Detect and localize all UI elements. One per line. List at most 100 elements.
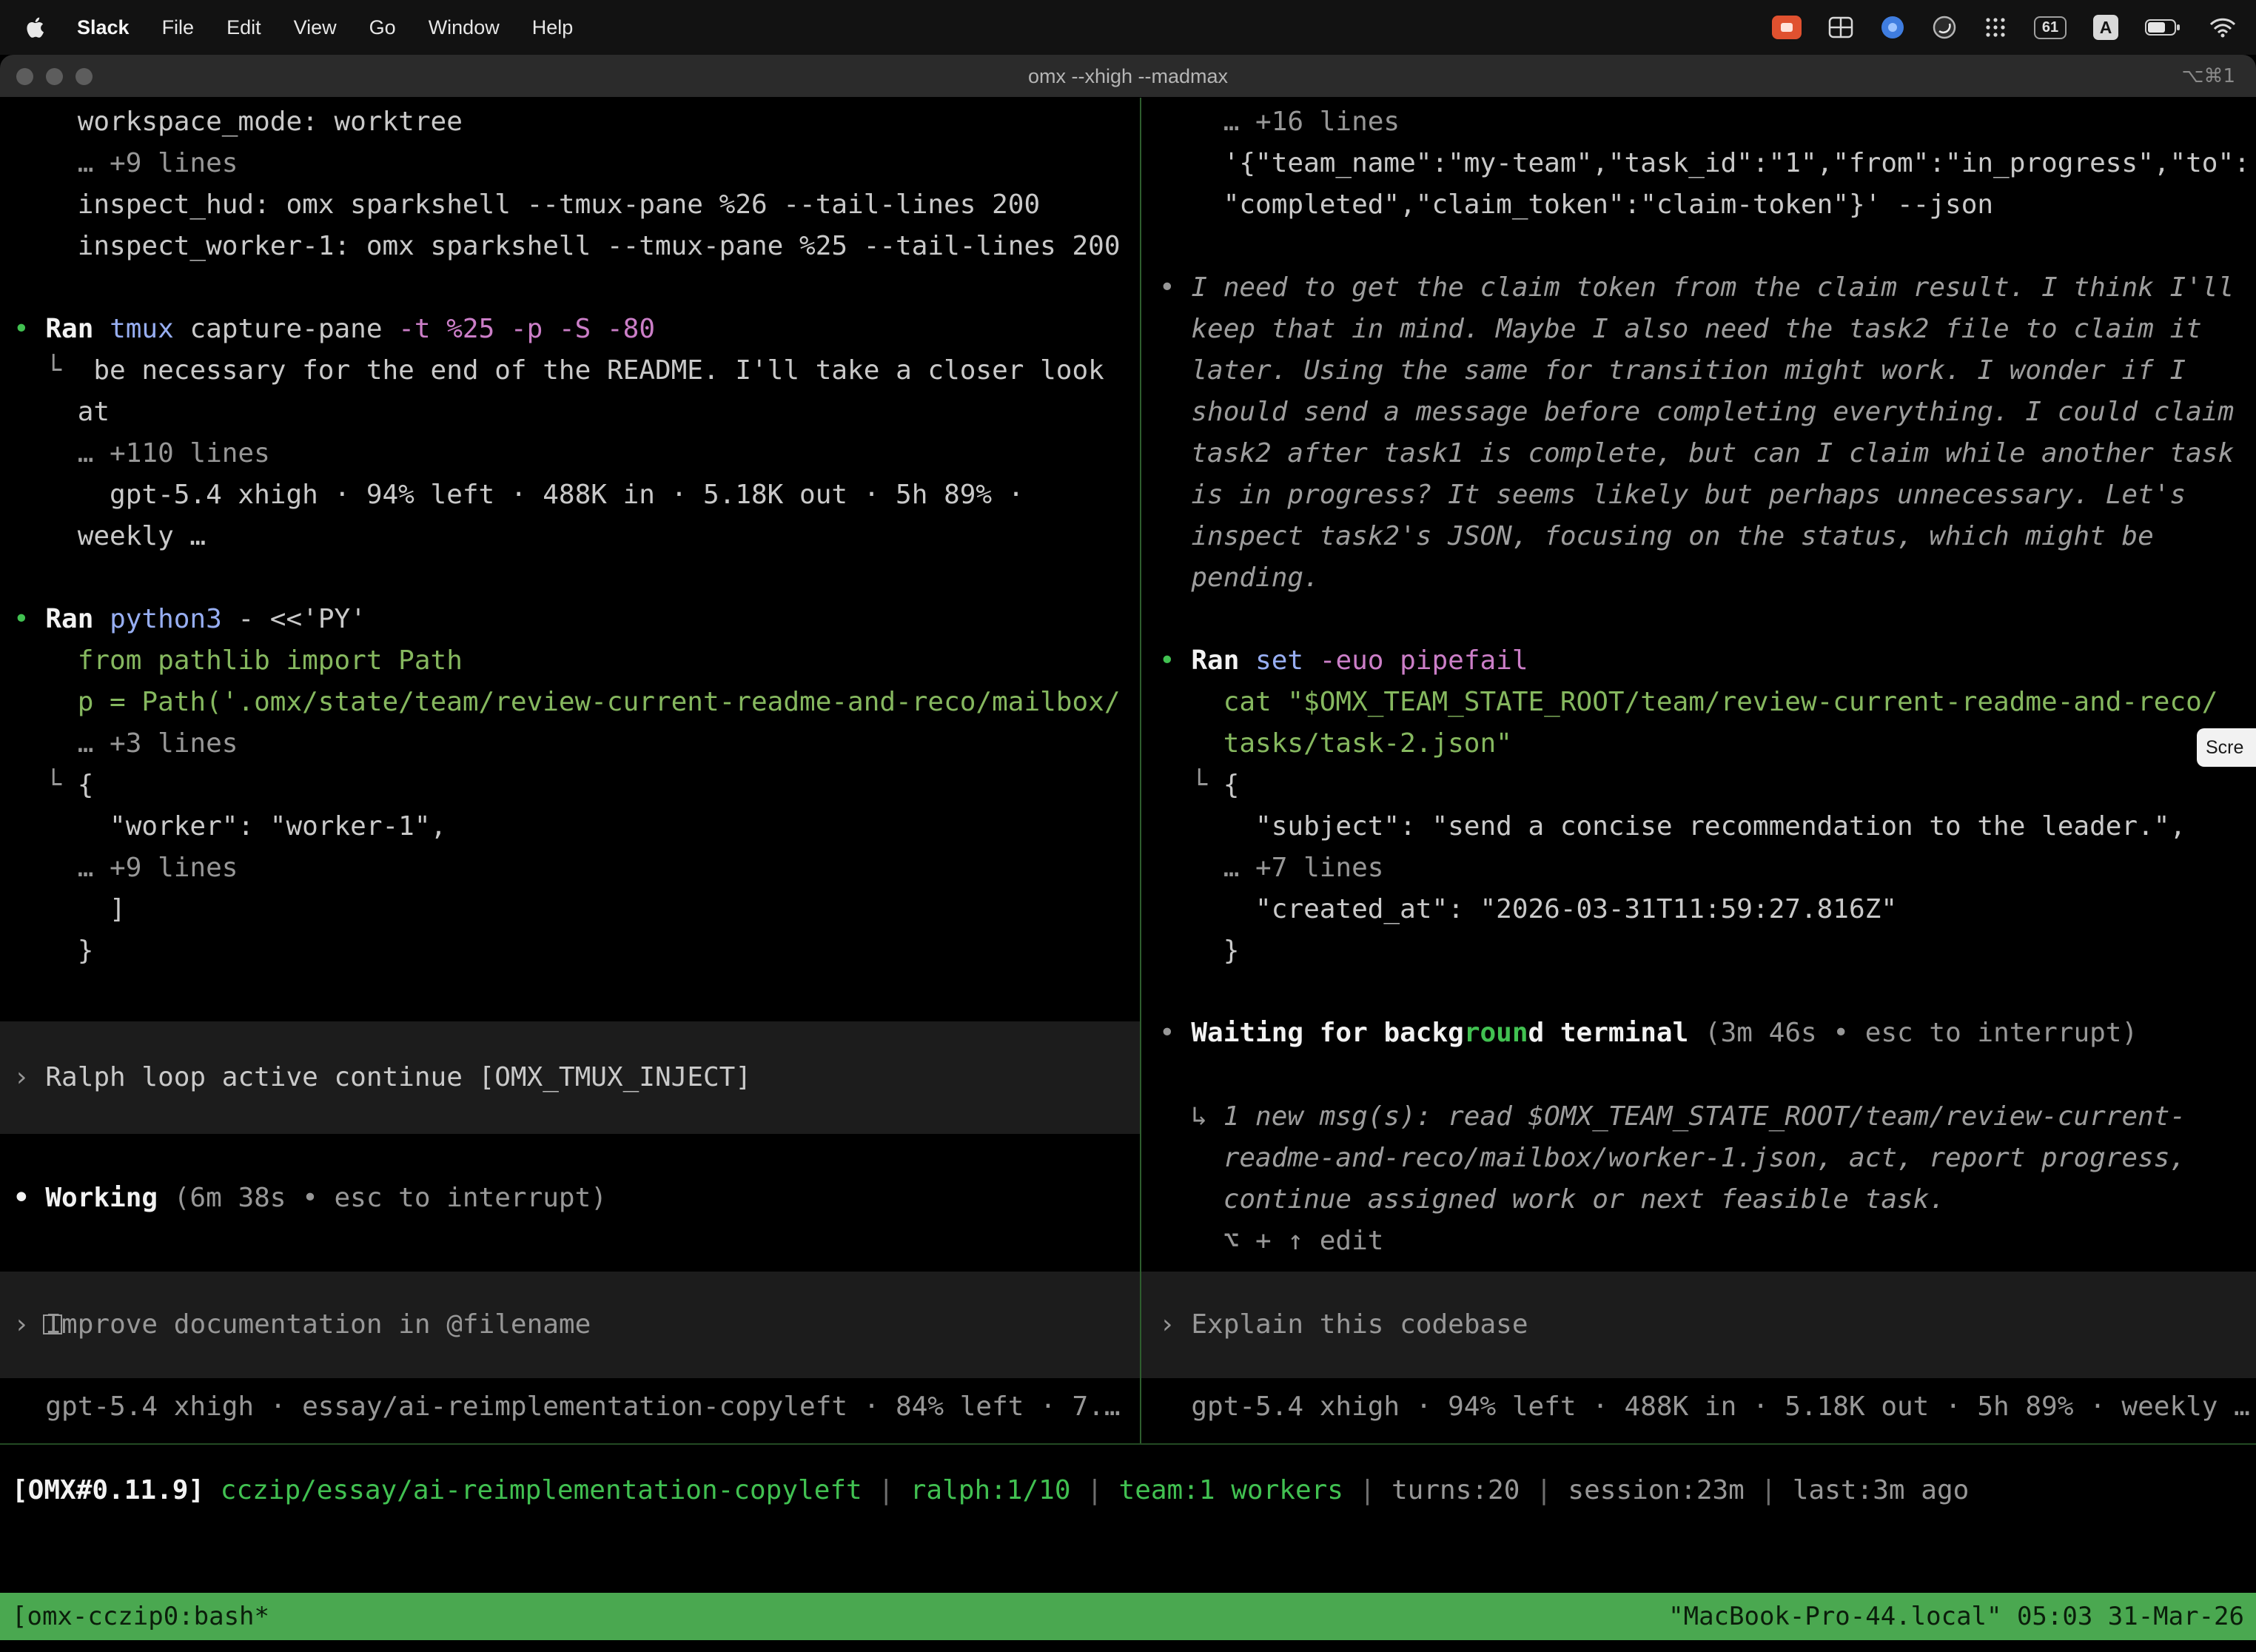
terminal-line: continue assigned work or next feasible … bbox=[1141, 1179, 2256, 1220]
menu-bar-status-icons: 61 A bbox=[1772, 15, 2237, 40]
tmux-host-time-label: "MacBook-Pro-44.local" 05:03 31-Mar-26 bbox=[1668, 1602, 2244, 1631]
terminal-line: └ { bbox=[0, 765, 1140, 806]
text-segment: • Working bbox=[13, 1183, 158, 1213]
screen-recording-indicator-icon[interactable] bbox=[1772, 16, 1802, 39]
terminal-line: should send a message before completing … bbox=[1141, 392, 2256, 433]
text-segment: } bbox=[1159, 936, 1239, 966]
terminal-line: "created_at": "2026-03-31T11:59:27.816Z" bbox=[1141, 889, 2256, 930]
terminal-line: } bbox=[0, 930, 1140, 972]
grid-app-icon[interactable] bbox=[1828, 16, 1853, 38]
dark-glyph bbox=[1932, 15, 1957, 40]
status-badge-61[interactable]: 61 bbox=[2034, 16, 2067, 39]
text-segment: inspect task2's JSON, focusing on the st… bbox=[1159, 521, 2154, 551]
terminal-line: … +110 lines bbox=[0, 433, 1140, 474]
menu-item-edit[interactable]: Edit bbox=[226, 16, 261, 39]
terminal-line: … +7 lines bbox=[1141, 847, 2256, 889]
text-segment: Ralph loop active continue [OMX_TMUX_INJ… bbox=[45, 1062, 751, 1092]
recording-inner-glyph bbox=[1781, 23, 1793, 32]
prompt-input-right[interactable]: › Explain this codebase bbox=[1141, 1272, 2256, 1378]
text-segment: { bbox=[1223, 770, 1240, 800]
wifi-icon[interactable] bbox=[2209, 17, 2237, 38]
menu-item-view[interactable]: View bbox=[294, 16, 337, 39]
spacer bbox=[1141, 972, 2256, 1013]
terminal-line: • Ran tmux capture-pane -t %25 -p -S -80 bbox=[0, 309, 1140, 350]
ralph-loop-banner[interactable]: › Ralph loop active continue [OMX_TMUX_I… bbox=[0, 1021, 1140, 1134]
terminal-line: } bbox=[1141, 930, 2256, 972]
text-segment: I need to get the claim token from the c… bbox=[1191, 272, 2234, 303]
text-segment: • bbox=[1159, 1018, 1191, 1048]
desktop: Slack File Edit View Go Window Help 61 A bbox=[0, 0, 2256, 1652]
text-segment: team:1 workers bbox=[1119, 1475, 1343, 1505]
terminal-line: • Working (6m 38s • esc to interrupt) bbox=[0, 1178, 1140, 1219]
band-line: › Ralph loop active continue [OMX_TMUX_I… bbox=[0, 1057, 751, 1098]
text-segment: | bbox=[1745, 1475, 1793, 1505]
screen-notification[interactable]: Scre bbox=[2197, 728, 2256, 767]
terminal-line: … +9 lines bbox=[0, 143, 1140, 184]
terminal-line: gpt-5.4 xhigh · 94% left · 488K in · 5.1… bbox=[1141, 1386, 2256, 1428]
apple-menu-icon[interactable] bbox=[25, 16, 44, 38]
blue-app-icon[interactable] bbox=[1880, 15, 1905, 40]
text-segment: › bbox=[1159, 1309, 1191, 1340]
text-segment: | bbox=[1343, 1475, 1391, 1505]
menu-item-app-name[interactable]: Slack bbox=[77, 16, 130, 39]
menu-item-go[interactable]: Go bbox=[369, 16, 396, 39]
band-line: › Explain this codebase bbox=[1141, 1304, 1528, 1346]
text-segment: turns:20 bbox=[1391, 1475, 1520, 1505]
dark-app-icon[interactable] bbox=[1932, 15, 1957, 40]
prompt-input-left[interactable]: › Improve documentation in @filename bbox=[0, 1272, 1140, 1378]
text-segment: gpt-5.4 xhigh · 94% left · 488K in · 5.1… bbox=[1159, 1391, 2250, 1422]
terminal-line: "completed","claim_token":"claim-token"}… bbox=[1141, 184, 2256, 226]
text-segment: "worker": "worker-1", bbox=[13, 811, 446, 842]
text-segment: last:3m ago bbox=[1793, 1475, 1969, 1505]
text-segment: "created_at": "2026-03-31T11:59:27.816Z" bbox=[1159, 894, 1897, 924]
tmux-pane-left[interactable]: workspace_mode: worktree … +9 lines insp… bbox=[0, 98, 1140, 1443]
input-source-icon[interactable]: A bbox=[2093, 15, 2118, 40]
terminal-line: cat "$OMX_TEAM_STATE_ROOT/team/review-cu… bbox=[1141, 682, 2256, 723]
text-segment: at bbox=[13, 397, 110, 427]
terminal-line: ] bbox=[0, 889, 1140, 930]
terminal-line: from pathlib import Path bbox=[0, 640, 1140, 682]
text-segment: -t %25 -p -S -80 bbox=[383, 314, 655, 344]
menu-item-file[interactable]: File bbox=[162, 16, 195, 39]
window-title: omx --xhigh --madmax bbox=[0, 55, 2256, 98]
text-segment: • bbox=[13, 604, 45, 634]
menu-bar: Slack File Edit View Go Window Help 61 A bbox=[0, 0, 2256, 55]
window-titlebar[interactable]: omx --xhigh --madmax ⌥⌘1 bbox=[0, 55, 2256, 98]
menu-bar-left: Slack File Edit View Go Window Help bbox=[25, 16, 573, 39]
tmux-status-bar: [omx-cczip0:bash* "MacBook-Pro-44.local"… bbox=[0, 1593, 2256, 1640]
text-segment: [OMX#0.11.9] bbox=[12, 1475, 221, 1505]
terminal-line: task2 after task1 is complete, but can I… bbox=[1141, 433, 2256, 474]
battery-icon[interactable] bbox=[2145, 18, 2182, 37]
text-segment: "subject": "send a concise recommendatio… bbox=[1159, 811, 2186, 842]
text-segment: task2 after task1 is complete, but can I… bbox=[1159, 438, 2234, 469]
text-segment: 1 new msg(s): read $OMX_TEAM_STATE_ROOT/… bbox=[1223, 1101, 2186, 1132]
text-segment: be necessary for the end of the README. … bbox=[93, 355, 1104, 386]
spacer bbox=[1141, 1054, 2256, 1096]
text-segment: • bbox=[13, 314, 45, 344]
text-segment: - <<'PY' bbox=[222, 604, 366, 634]
tmux-session-window-label[interactable]: [omx-cczip0:bash* bbox=[12, 1602, 269, 1631]
dots-grid-icon[interactable] bbox=[1984, 16, 2007, 39]
text-segment: (3m 46s • esc to interrupt) bbox=[1688, 1018, 2138, 1048]
terminal-line: … +9 lines bbox=[0, 847, 1140, 889]
horizontal-pane-divider bbox=[0, 1443, 2256, 1445]
menu-item-help[interactable]: Help bbox=[532, 16, 574, 39]
terminal-line: "worker": "worker-1", bbox=[0, 806, 1140, 847]
terminal-line: '{"team_name":"my-team","task_id":"1","f… bbox=[1141, 143, 2256, 184]
text-segment: from pathlib import Path bbox=[13, 645, 463, 676]
menu-item-window[interactable]: Window bbox=[429, 16, 500, 39]
window-shortcut-label: ⌥⌘1 bbox=[2181, 55, 2235, 98]
tmux-pane-right[interactable]: … +16 lines '{"team_name":"my-team","tas… bbox=[1141, 98, 2256, 1443]
text-segment: session:23m bbox=[1568, 1475, 1744, 1505]
text-segment: keep that in mind. Maybe I also need the… bbox=[1159, 314, 2202, 344]
text-segment: └ bbox=[13, 355, 93, 386]
terminal-line: at bbox=[0, 392, 1140, 433]
text-segment: { bbox=[78, 770, 94, 800]
terminal-line: "subject": "send a concise recommendatio… bbox=[1141, 806, 2256, 847]
terminal-line: • I need to get the claim token from the… bbox=[1141, 267, 2256, 309]
terminal-line: p = Path('.omx/state/team/review-current… bbox=[0, 682, 1140, 723]
terminal-line: pending. bbox=[1141, 557, 2256, 599]
text-segment: p = Path('.omx/state/team/review-current… bbox=[13, 687, 1121, 717]
terminal-line: … +16 lines bbox=[1141, 101, 2256, 143]
terminal-line: weekly … bbox=[0, 516, 1140, 557]
